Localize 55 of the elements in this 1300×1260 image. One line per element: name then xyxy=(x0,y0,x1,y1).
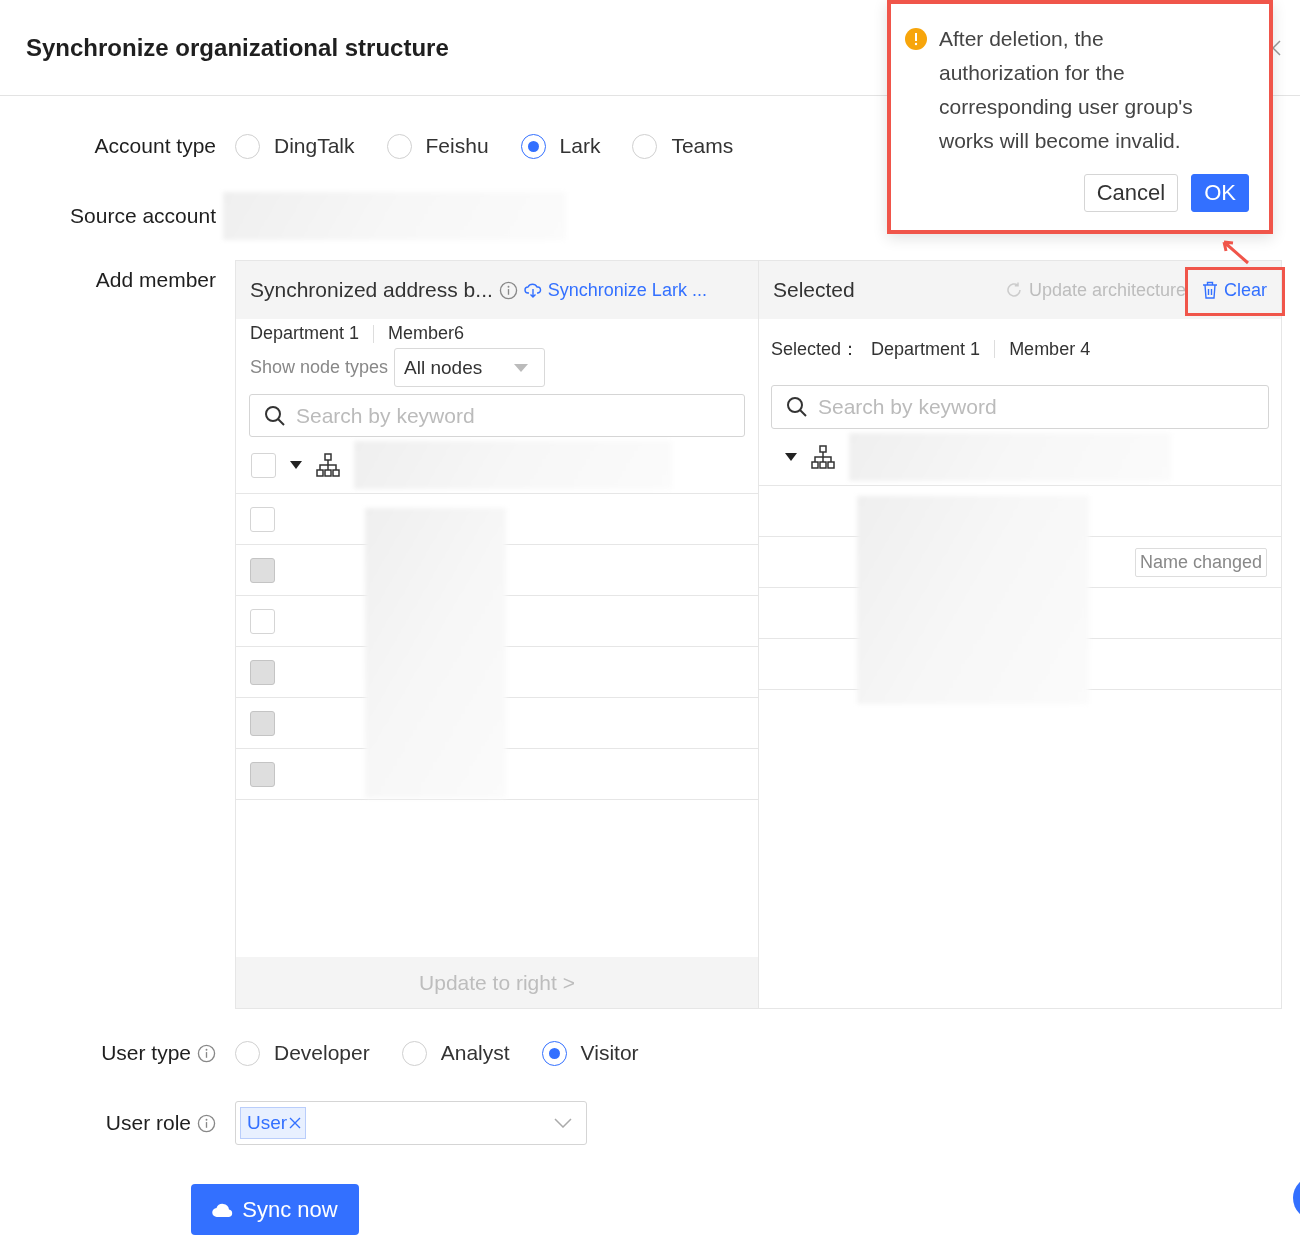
field-label: Add member xyxy=(95,268,216,292)
chevron-down-icon xyxy=(554,1118,572,1128)
caret-icon[interactable] xyxy=(785,453,797,461)
remove-icon[interactable] xyxy=(289,1117,302,1129)
radio-option[interactable]: Developer xyxy=(235,1040,370,1066)
field-label: Account type xyxy=(94,134,216,158)
dialog-title: Synchronize organizational structure xyxy=(26,33,449,62)
cancel-button[interactable]: Cancel xyxy=(1083,174,1179,212)
search-field[interactable]: Search by keyword xyxy=(249,394,745,437)
checkbox[interactable] xyxy=(251,452,276,478)
radio-option[interactable]: Lark xyxy=(520,133,601,159)
warning-icon xyxy=(905,28,927,50)
panel-title: Synchronized address b... xyxy=(250,278,493,302)
checkbox[interactable] xyxy=(250,506,275,532)
clear-button[interactable]: Clear xyxy=(1202,279,1267,301)
sync-now-button[interactable]: Sync now xyxy=(191,1184,359,1235)
search-field[interactable]: Search by keyword xyxy=(771,385,1269,429)
summary-item: Member 4 xyxy=(1009,338,1091,360)
search-icon xyxy=(786,396,808,418)
caret-icon xyxy=(514,363,529,372)
refresh-icon xyxy=(1004,281,1023,299)
summary-item: Department 1 xyxy=(871,338,981,360)
field-label: User role xyxy=(105,1111,191,1135)
info-icon xyxy=(197,1043,216,1063)
radio-option[interactable]: Feishu xyxy=(386,133,489,159)
confirm-message: After deletion, the authorization for the corresponding user group's works will become invalid. xyxy=(939,26,1194,154)
hierarchy-icon xyxy=(811,445,835,469)
role-select[interactable]: User xyxy=(235,1101,587,1145)
field-label: Source account xyxy=(70,204,216,228)
caret-icon[interactable] xyxy=(290,461,302,469)
node-type-label: Show node types xyxy=(250,357,389,378)
radio-option[interactable]: Teams xyxy=(632,133,734,159)
radio-option[interactable]: Analyst xyxy=(401,1040,510,1066)
field-label: User type xyxy=(101,1041,191,1065)
radio-option[interactable]: Visitor xyxy=(541,1040,639,1066)
ok-button[interactable]: OK xyxy=(1191,174,1249,212)
node-type-select[interactable]: All nodes xyxy=(394,348,546,387)
checkbox[interactable] xyxy=(250,608,275,634)
hierarchy-icon xyxy=(316,453,340,477)
trash-icon xyxy=(1202,281,1218,299)
panel-title: Selected xyxy=(773,278,855,302)
info-icon xyxy=(498,280,518,300)
search-input[interactable]: Search by keyword xyxy=(294,402,744,429)
search-input[interactable]: Search by keyword xyxy=(816,394,1268,420)
summary-label: Selected： xyxy=(771,338,860,361)
sync-link[interactable]: Synchronize Lark ... xyxy=(523,279,707,301)
info-icon xyxy=(197,1113,216,1133)
cloud-download-icon xyxy=(523,282,542,298)
breadcrumb-item[interactable]: Member6 xyxy=(388,323,465,344)
cloud-icon xyxy=(212,1201,235,1218)
role-tag: User xyxy=(240,1107,307,1139)
status-tag: Name changed xyxy=(1134,547,1267,577)
radio-option[interactable]: DingTalk xyxy=(235,133,355,159)
breadcrumb-item[interactable]: Department 1 xyxy=(250,323,360,344)
search-icon xyxy=(264,404,286,427)
